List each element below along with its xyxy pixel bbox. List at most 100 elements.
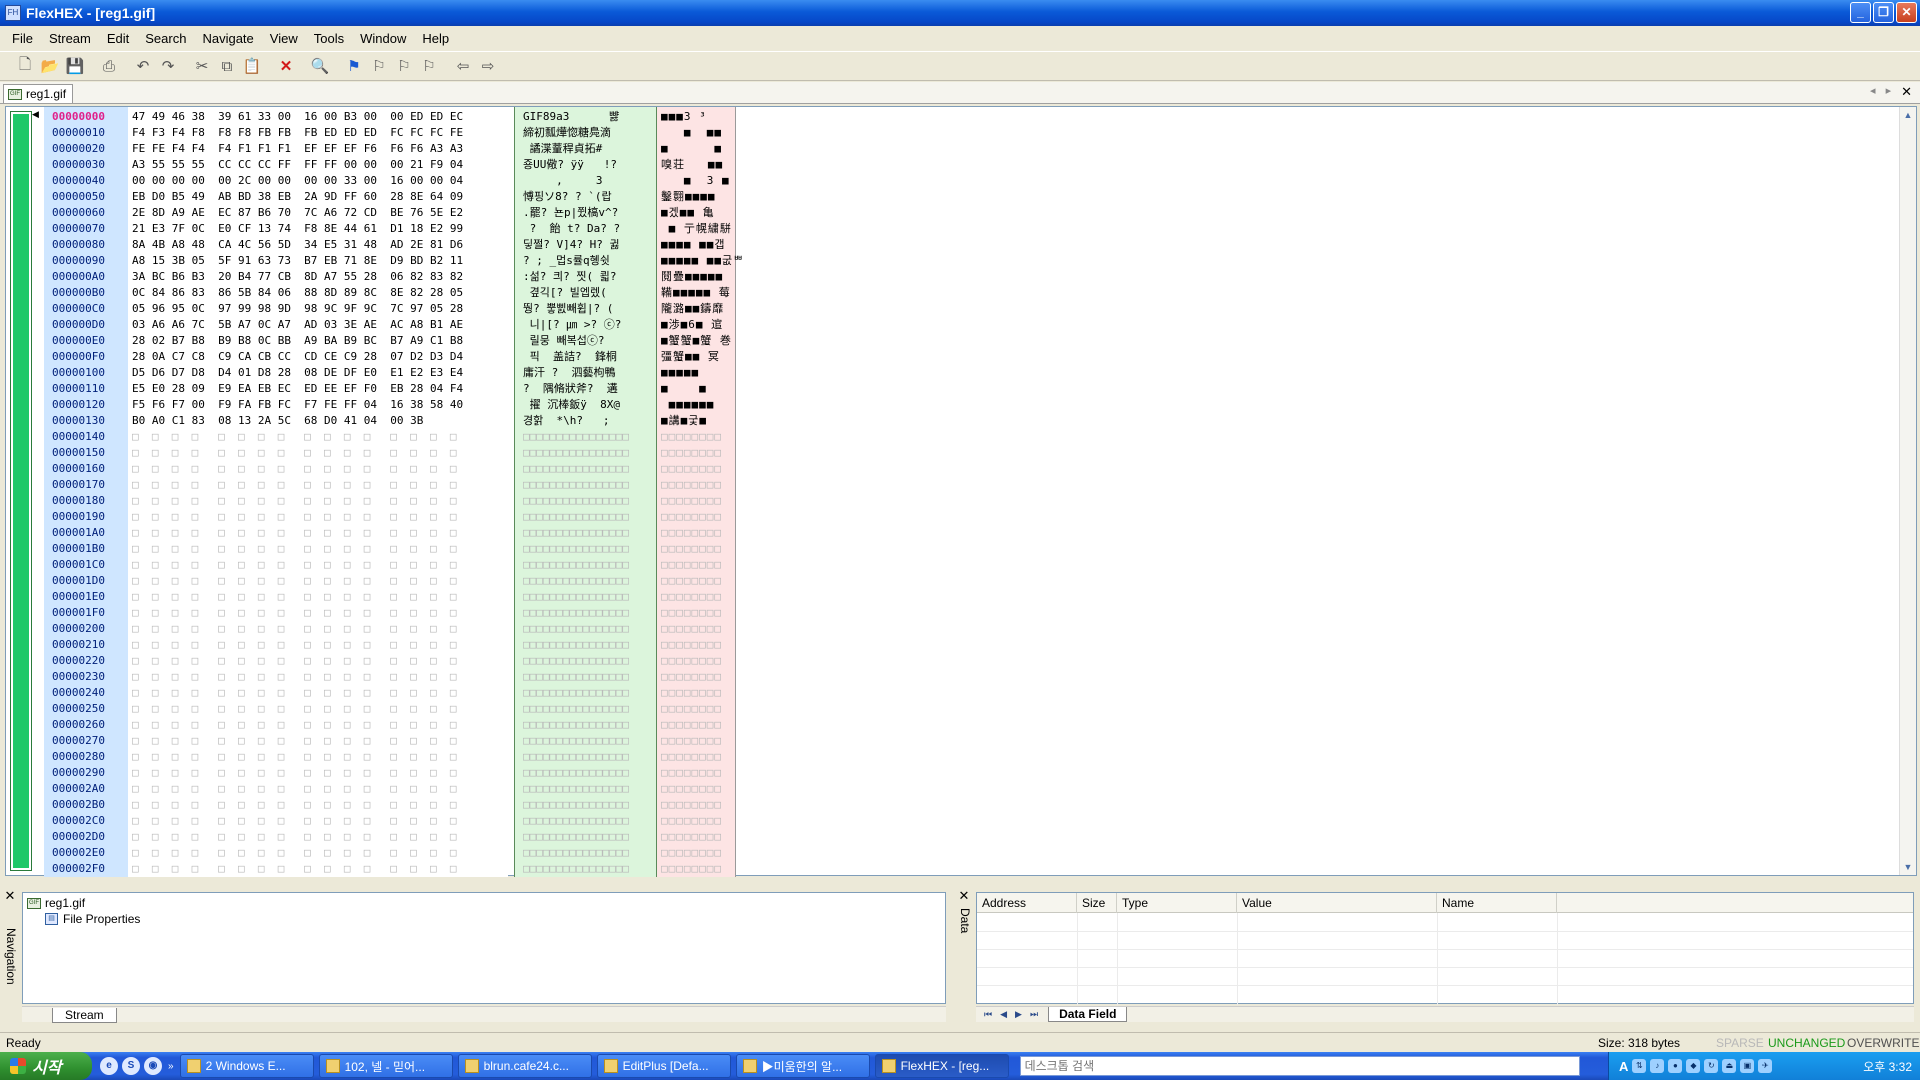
forward-arrow-icon[interactable]: ⇨ [477,55,499,77]
bookmark-clear-icon[interactable]: ⚐ [418,55,440,77]
back-arrow-icon[interactable]: ⇦ [452,55,474,77]
hex-row[interactable]: 05 96 95 0C 97 99 98 9D 98 9C 9F 9C 7C 9… [132,301,463,317]
text-row[interactable]: □□□□□□□□□□□□□□□□ [523,845,629,861]
menu-stream[interactable]: Stream [49,31,91,46]
text-row[interactable]: 擢 沉棒鈑ÿ 8X@ [523,397,620,413]
unicode-row[interactable]: ■渉■6■ 逭 [661,317,723,333]
text-row[interactable]: □□□□□□□□□□□□□□□□ [523,493,629,509]
unicode-row[interactable]: 鬩疊■■■■■ [661,269,723,285]
hex-row[interactable]: 0C 84 86 83 86 5B 84 06 88 8D 89 8C 8E 8… [132,285,463,301]
unicode-row[interactable]: □□□□□□□□ [661,653,722,669]
scroll-up-icon[interactable]: ▲ [1902,109,1914,121]
text-row[interactable]: □□□□□□□□□□□□□□□□ [523,653,629,669]
title-bar[interactable]: FH FlexHEX - [reg1.gif] _ ❐ ✕ [0,0,1920,26]
unicode-row[interactable]: ■ 3 ■ [661,173,730,189]
hex-row[interactable]: 28 02 B7 B8 B9 B8 0C BB A9 BA B9 BC B7 A… [132,333,463,349]
navigation-label[interactable]: Navigation [4,928,18,985]
hex-row[interactable]: 3A BC B6 B3 20 B4 77 CB 8D A7 55 28 06 8… [132,269,463,285]
text-row[interactable]: 愽핑ソ8? ? `(랍 [523,189,612,205]
unicode-row[interactable]: □□□□□□□□ [661,765,722,781]
unicode-row[interactable]: □□□□□□□□ [661,541,722,557]
start-button[interactable]: 시작 [0,1052,92,1080]
tray-security-icon[interactable]: ◆ [1686,1059,1701,1073]
menu-edit[interactable]: Edit [107,31,129,46]
unicode-row[interactable]: □□□□□□□□ [661,861,722,877]
unicode-row[interactable]: □□□□□□□□ [661,845,722,861]
unicode-row[interactable]: □□□□□□□□ [661,493,722,509]
hex-row[interactable]: E5 E0 28 09 E9 EA EB EC ED EE EF F0 EB 2… [132,381,463,397]
first-icon[interactable]: ⏮ [984,1009,992,1020]
tray-airplane-icon[interactable]: ✈ [1758,1059,1773,1073]
hex-row[interactable]: □ □ □ □ □ □ □ □ □ □ □ □ □ □ □ □ [132,637,457,653]
tab-reg1-gif[interactable]: GIF reg1.gif [3,84,74,103]
unicode-row[interactable]: □□□□□□□□ [661,797,722,813]
unicode-row[interactable]: □□□□□□□□ [661,509,722,525]
vertical-scrollbar[interactable]: ▲ ▼ [1899,107,1916,875]
hex-row[interactable]: 00 00 00 00 00 2C 00 00 00 00 33 00 16 0… [132,173,463,189]
cut-icon[interactable]: ✂ [191,55,213,77]
bookmark-next-icon[interactable]: ⚐ [393,55,415,77]
navigation-tree[interactable]: GIF reg1.gif ▤ File Properties [22,892,946,1004]
text-row[interactable]: □□□□□□□□□□□□□□□□ [523,445,629,461]
text-row[interactable]: □□□□□□□□□□□□□□□□ [523,765,629,781]
hex-row[interactable]: 2E 8D A9 AE EC 87 B6 70 7C A6 72 CD BE 7… [132,205,463,221]
hex-editor[interactable]: ◀ 00000000 00000010 00000020 00000030 000000… [5,106,1917,877]
hex-row[interactable]: □ □ □ □ □ □ □ □ □ □ □ □ □ □ □ □ [132,525,457,541]
text-row[interactable]: □□□□□□□□□□□□□□□□ [523,685,629,701]
close-button[interactable]: ✕ [1896,2,1917,23]
ie-icon[interactable]: e [100,1057,118,1075]
unicode-column[interactable]: ■■■3 ³ ■ ■■ ■ ■ 嗅荘 ■■ ■ 3 ■ 鑿翾■■■■ ■겠■■ 亀 ■ … [656,107,743,877]
hex-row[interactable]: A8 15 3B 05 5F 91 63 73 B7 EB 71 8E D9 B… [132,253,463,269]
text-row[interactable]: :섦? 킈? 찟( 쾳? [523,269,616,285]
paste-icon[interactable]: 📋 [241,55,263,77]
tab-prev-icon[interactable]: ◂ [1870,84,1876,100]
delete-icon[interactable]: ✕ [275,55,297,77]
hex-row[interactable]: 8A 4B A8 48 CA 4C 56 5D 34 E5 31 48 AD 2… [132,237,463,253]
text-row[interactable]: □□□□□□□□□□□□□□□□ [523,813,629,829]
text-row[interactable]: □□□□□□□□□□□□□□□□ [523,477,629,493]
menu-file[interactable]: File [12,31,33,46]
data-field-table[interactable]: Address Size Type Value Name [976,892,1914,1005]
tray-display-icon[interactable]: ▣ [1740,1059,1755,1073]
text-row[interactable]: ? 隅脩狀斧? 遘 [523,381,618,397]
hex-row[interactable]: □ □ □ □ □ □ □ □ □ □ □ □ □ □ □ □ [132,653,457,669]
text-row[interactable]: □□□□□□□□□□□□□□□□ [523,461,629,477]
text-row[interactable]: □□□□□□□□□□□□□□□□ [523,509,629,525]
text-row[interactable]: □□□□□□□□□□□□□□□□ [523,749,629,765]
text-row[interactable]: 죵UU儆? ÿÿ !? [523,157,617,173]
tray-messenger-icon[interactable]: ● [1668,1059,1683,1073]
data-label[interactable]: Data [958,908,972,933]
unicode-row[interactable]: ■■■3 ³ [661,109,730,125]
unicode-row[interactable]: ■■■■■■ [661,397,714,413]
taskbar-button-browser[interactable]: blrun.cafe24.c... [457,1054,592,1078]
hex-row[interactable]: □ □ □ □ □ □ □ □ □ □ □ □ □ □ □ □ [132,573,457,589]
text-row[interactable]: □□□□□□□□□□□□□□□□ [523,637,629,653]
unicode-row[interactable]: □□□□□□□□ [661,477,722,493]
text-row[interactable]: 픽 盖詰? 鋒桐 [523,349,617,365]
prev-icon[interactable]: ◀ [1000,1009,1007,1020]
text-row[interactable]: 경핡 *\h? ; [523,413,609,429]
hex-row[interactable]: □ □ □ □ □ □ □ □ □ □ □ □ □ □ □ □ [132,461,457,477]
unicode-row[interactable]: □□□□□□□□ [661,461,722,477]
column-value[interactable]: Value [1237,893,1437,913]
text-row[interactable]: 뛍? 뿧삜빼휩|? ( [523,301,613,317]
menu-view[interactable]: View [270,31,298,46]
unicode-row[interactable]: □□□□□□□□ [661,781,722,797]
unicode-row[interactable]: 鑿翾■■■■ [661,189,716,205]
unicode-row[interactable]: ■ ■ [661,141,722,157]
unicode-row[interactable]: 隴潞■■鑄靡 [661,301,724,317]
hex-row[interactable]: B0 A0 C1 83 08 13 2A 5C 68 D0 41 04 00 3… [132,413,423,429]
new-file-icon[interactable]: 🗋 [14,55,36,77]
text-row[interactable]: □□□□□□□□□□□□□□□□ [523,717,629,733]
text-row[interactable]: 니|[? ㎛ >? ⓒ? [523,317,622,333]
redo-icon[interactable]: ↷ [157,55,179,77]
hex-row[interactable]: □ □ □ □ □ □ □ □ □ □ □ □ □ □ □ □ [132,717,457,733]
taskbar-button-explorer[interactable]: 2 Windows E... [179,1054,314,1078]
menu-window[interactable]: Window [360,31,406,46]
unicode-row[interactable]: ■■■■■ ■■굾ᄈ [661,253,744,269]
hex-row[interactable]: 21 E3 7F 0C E0 CF 13 74 F8 8E 44 61 D1 1… [132,221,463,237]
hex-row[interactable]: □ □ □ □ □ □ □ □ □ □ □ □ □ □ □ □ [132,797,457,813]
tab-close-icon[interactable]: ✕ [1901,84,1912,100]
unicode-row[interactable]: □□□□□□□□ [661,829,722,845]
chrome-icon[interactable]: ◉ [144,1057,162,1075]
